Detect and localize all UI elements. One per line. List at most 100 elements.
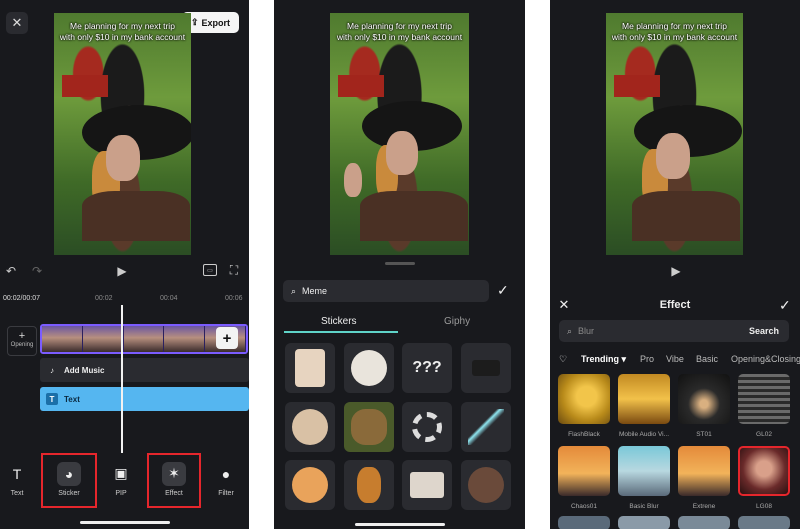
- effect-thumb-lg08[interactable]: [738, 446, 790, 496]
- ruler-tick-2: 00:02: [95, 295, 113, 302]
- sheet-handle[interactable]: [385, 262, 415, 265]
- active-tab-underline: [284, 331, 398, 333]
- text-track[interactable]: T Text: [40, 387, 249, 411]
- favorites-heart-icon[interactable]: ♡: [559, 354, 567, 365]
- effect-thumb-st01[interactable]: [678, 374, 730, 424]
- effect-thumb-partial[interactable]: [678, 516, 730, 529]
- clip-frame: [82, 326, 124, 352]
- fullscreen-icon[interactable]: ⛶: [227, 263, 241, 277]
- sticker-item[interactable]: [344, 460, 394, 510]
- sticker-item[interactable]: [344, 343, 394, 393]
- effect-label-gl02: GL02: [756, 431, 772, 438]
- category-basic[interactable]: Basic: [696, 354, 718, 364]
- category-vibe[interactable]: Vibe: [666, 354, 684, 364]
- bottom-toolbar: T Text ◕ Sticker ▣ PIP ✶ Effect ● Filter: [0, 453, 249, 508]
- home-indicator: [354, 523, 445, 526]
- effect-thumb-partial[interactable]: [738, 516, 790, 529]
- effect-thumb-gl02[interactable]: [738, 374, 790, 424]
- video-caption: Me planning for my next trip with only $…: [54, 21, 191, 43]
- effect-label-flashblack: FlashBlack: [568, 431, 600, 438]
- effect-label-mobile-audio: Mobile Audio Vi...: [618, 431, 670, 438]
- sticker-panel: Me planning for my next trip with only $…: [274, 0, 525, 529]
- sticker-item[interactable]: [285, 343, 335, 393]
- caption-line-2: with only $10 in my bank account: [611, 32, 738, 42]
- shirt-graphic: [632, 191, 740, 241]
- search-icon: ⌕: [567, 325, 573, 336]
- effect-thumb-chaos01[interactable]: [558, 446, 610, 496]
- undo-icon[interactable]: ↶: [3, 263, 19, 279]
- add-clip-button[interactable]: +: [216, 327, 238, 349]
- video-caption: Me planning for my next trip with only $…: [606, 21, 743, 43]
- timeline-ruler: 00:02/00:07 00:02 00:04 00:06: [0, 292, 249, 306]
- sticker-item[interactable]: [344, 402, 394, 452]
- effect-label-chaos01: Chaos01: [570, 503, 598, 510]
- search-icon: ⌕: [291, 285, 297, 296]
- confirm-check-icon[interactable]: ✓: [779, 297, 791, 314]
- sticker-search-input[interactable]: ⌕ Meme: [283, 280, 489, 302]
- sticker-item[interactable]: [285, 402, 335, 452]
- play-icon[interactable]: ▶: [667, 263, 685, 279]
- caption-line-2: with only $10 in my bank account: [336, 32, 463, 42]
- sticker-item[interactable]: [461, 460, 511, 510]
- face-graphic: [106, 135, 140, 181]
- raised-hand-graphic: [344, 163, 362, 197]
- confirm-check-icon[interactable]: ✓: [497, 282, 509, 299]
- sticker-item[interactable]: [461, 402, 511, 452]
- close-button[interactable]: ✕: [6, 12, 28, 34]
- play-icon[interactable]: ▶: [113, 263, 131, 279]
- effect-categories: ♡ Trending ▾ Pro Vibe Basic Opening&Clos…: [559, 354, 800, 368]
- add-music-track[interactable]: ♪ Add Music: [40, 358, 249, 382]
- effect-label-extrene: Extrene: [692, 503, 716, 510]
- effect-thumb-partial[interactable]: [558, 516, 610, 529]
- sticker-highlight-box: [41, 453, 97, 508]
- resolution-icon[interactable]: ▭: [203, 264, 217, 276]
- editor-panel: ✕ ⇪ Export Me planning for my next trip …: [0, 0, 249, 529]
- effect-thumb-partial[interactable]: [618, 516, 670, 529]
- video-preview[interactable]: Me planning for my next trip with only $…: [54, 13, 191, 255]
- face-graphic: [656, 133, 690, 179]
- sticker-item[interactable]: ???: [402, 343, 452, 393]
- effect-highlight-box: [147, 453, 201, 508]
- text-icon: T: [46, 393, 58, 405]
- caption-line-1: Me planning for my next trip: [622, 21, 727, 31]
- close-icon: ✕: [11, 15, 23, 30]
- tab-giphy[interactable]: Giphy: [444, 316, 470, 327]
- category-opening-closing[interactable]: Opening&Closing: [731, 354, 800, 364]
- category-pro[interactable]: Pro: [640, 354, 654, 364]
- tool-pip[interactable]: ▣ PIP: [106, 453, 136, 505]
- face-graphic: [386, 131, 418, 175]
- effect-thumb-extrene[interactable]: [678, 446, 730, 496]
- opening-button[interactable]: + Opening: [7, 326, 37, 356]
- playhead[interactable]: [121, 305, 123, 453]
- temple-graphic: [62, 75, 108, 97]
- effect-search-input[interactable]: ⌕ Blur Search: [559, 320, 789, 342]
- ruler-tick-4: 00:04: [160, 295, 178, 302]
- effect-thumb-mobile-audio[interactable]: [618, 374, 670, 424]
- shirt-graphic: [82, 191, 190, 241]
- sticker-item[interactable]: [402, 402, 452, 452]
- video-preview[interactable]: Me planning for my next trip with only $…: [330, 13, 469, 255]
- effect-panel-title: Effect: [659, 299, 691, 311]
- effect-thumb-flashblack[interactable]: [558, 374, 610, 424]
- music-label: Add Music: [64, 365, 105, 375]
- effect-label-st01: ST01: [696, 431, 712, 438]
- sticker-item[interactable]: [402, 460, 452, 510]
- tool-filter[interactable]: ● Filter: [211, 453, 241, 505]
- sticker-item[interactable]: [285, 460, 335, 510]
- redo-icon[interactable]: ↷: [29, 263, 45, 279]
- tool-text[interactable]: T Text: [2, 453, 32, 505]
- tab-stickers[interactable]: Stickers: [321, 316, 357, 327]
- tool-pip-label: PIP: [115, 489, 127, 497]
- category-trending[interactable]: Trending ▾: [581, 354, 626, 365]
- effect-thumb-basic-blur[interactable]: [618, 446, 670, 496]
- shirt-graphic: [360, 191, 468, 241]
- effect-panel: Me planning for my next trip with only $…: [550, 0, 800, 529]
- search-button[interactable]: Search: [749, 326, 779, 336]
- effect-label-lg08: LG08: [756, 503, 772, 510]
- filter-tool-icon: ●: [221, 465, 231, 482]
- video-preview[interactable]: Me planning for my next trip with only $…: [606, 13, 743, 255]
- temple-graphic: [338, 75, 384, 97]
- opening-plus-icon: +: [18, 330, 26, 342]
- sticker-item[interactable]: [461, 343, 511, 393]
- text-track-label: Text: [64, 394, 80, 404]
